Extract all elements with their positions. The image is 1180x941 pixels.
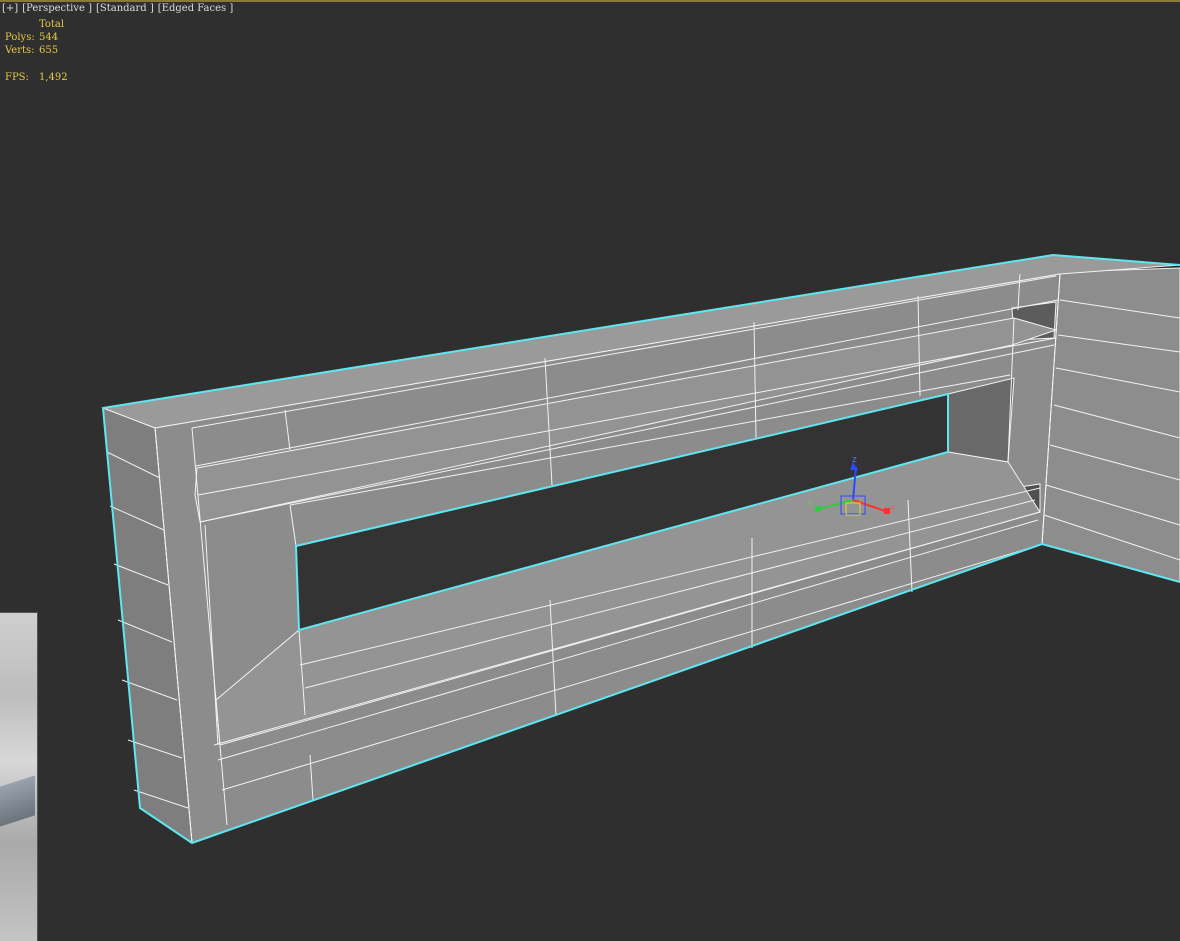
- overlapping-window-content: [0, 775, 35, 827]
- scene-mesh[interactable]: Z Y X: [0, 0, 1180, 940]
- viewport-perspective[interactable]: [+] [Perspective ] [Standard ] [Edged Fa…: [0, 0, 1180, 941]
- gizmo-x-label: X: [890, 504, 895, 512]
- gizmo-y-label: Y: [807, 500, 813, 508]
- gizmo-z-label: Z: [852, 456, 857, 464]
- overlapping-window-edge[interactable]: [0, 612, 38, 941]
